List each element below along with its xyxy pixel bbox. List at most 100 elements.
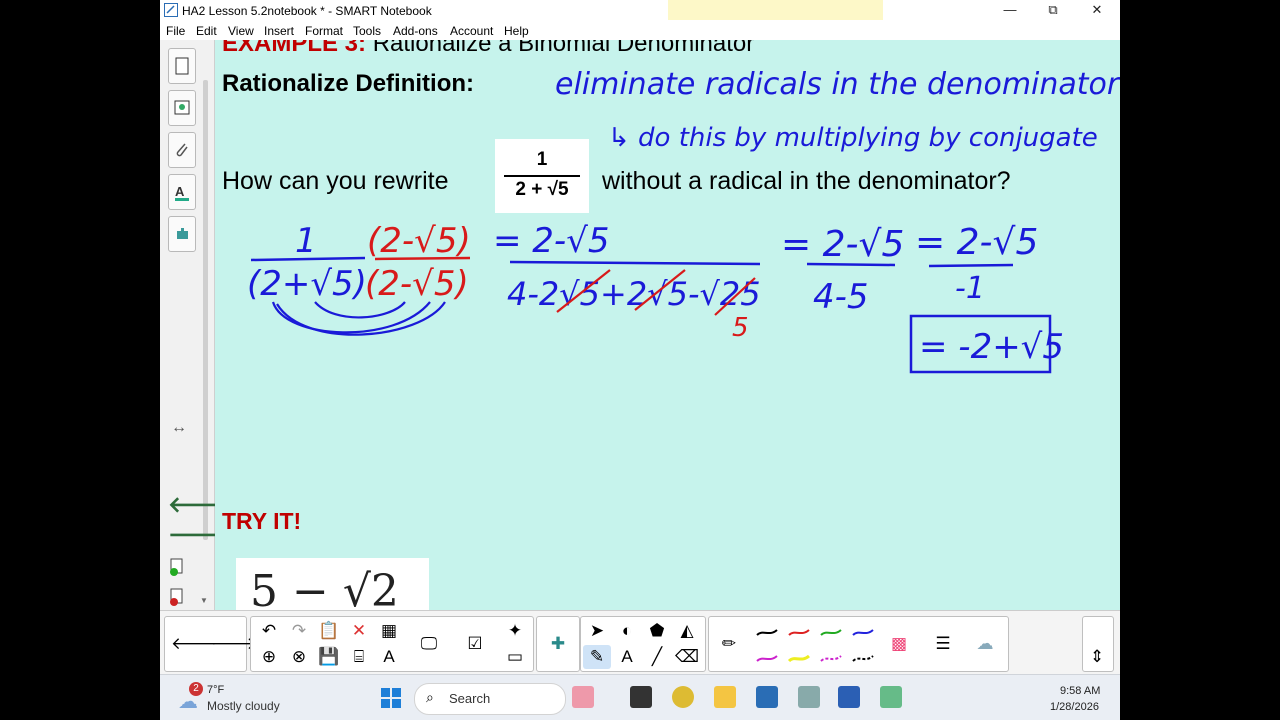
toolbar-move-icon[interactable]: ⇕ bbox=[1083, 645, 1111, 669]
clock-time[interactable]: 9:58 AM bbox=[1060, 685, 1100, 697]
undo-icon[interactable]: ↶ bbox=[255, 619, 283, 643]
ink-foil-arc-3 bbox=[314, 301, 406, 319]
delete-page-icon[interactable] bbox=[170, 588, 186, 606]
menu-help[interactable]: Help bbox=[504, 24, 529, 38]
tab-gallery[interactable] bbox=[168, 90, 196, 126]
menu-file[interactable]: File bbox=[166, 24, 185, 38]
ink-effects-icon[interactable]: ☁ bbox=[971, 632, 999, 656]
add-page-toolbar-icon[interactable]: ⊕ bbox=[255, 645, 283, 669]
notebook-page[interactable]: EXAMPLE 3: Rationalize a Binomial Denomi… bbox=[215, 40, 1120, 610]
ink-fraction-line-3 bbox=[509, 260, 761, 266]
menu-add-ons[interactable]: Add-ons bbox=[393, 24, 438, 38]
search-label: Search bbox=[449, 691, 491, 706]
maximize-button[interactable]: ⧉ bbox=[1038, 2, 1068, 20]
file-explorer-icon[interactable] bbox=[714, 686, 736, 708]
ink-step2-denominator: 4-5 bbox=[813, 277, 869, 317]
shapes-icon[interactable]: ◐ bbox=[613, 619, 641, 643]
fill-icon[interactable]: ◭ bbox=[673, 619, 701, 643]
handwriting-recognition-icon[interactable]: A bbox=[375, 645, 403, 669]
ink-step1-numerator: = 2-√5 bbox=[493, 221, 610, 261]
word-icon[interactable] bbox=[838, 686, 860, 708]
tab-properties[interactable]: A bbox=[168, 174, 196, 210]
minimize-button[interactable]: — bbox=[995, 2, 1025, 20]
polygon-icon[interactable]: ⬟ bbox=[643, 619, 671, 643]
menu-bar: File Edit View Insert Format Tools Add-o… bbox=[160, 22, 1120, 41]
text-icon[interactable]: A bbox=[613, 645, 641, 669]
response-icon[interactable]: ☑ bbox=[461, 632, 489, 656]
lab-activity-icon[interactable]: ✦ bbox=[501, 619, 529, 643]
chrome-icon[interactable] bbox=[672, 686, 694, 708]
color-palette-icon[interactable]: ▩ bbox=[885, 632, 913, 656]
add-page-icon[interactable] bbox=[170, 558, 186, 576]
side-tab-panel: A ▼ ↔ 🡐 🡒 bbox=[160, 40, 227, 610]
pens-icon[interactable]: ✎ bbox=[583, 645, 611, 669]
toolbar-scroll-group: ⇕ bbox=[1082, 616, 1114, 672]
eraser-icon[interactable]: ⌫ bbox=[673, 645, 701, 669]
svg-text:A: A bbox=[175, 184, 185, 199]
tab-page-sorter[interactable] bbox=[168, 48, 196, 84]
redo-icon[interactable]: ↷ bbox=[285, 619, 313, 643]
menu-insert[interactable]: Insert bbox=[264, 24, 294, 38]
scroll-down-arrow-icon[interactable]: ▼ bbox=[200, 596, 208, 605]
pen-yellow-icon[interactable] bbox=[787, 653, 811, 665]
pen-magenta-icon[interactable] bbox=[755, 653, 779, 665]
pen-blue-icon[interactable] bbox=[851, 627, 875, 639]
panel-resize-icon[interactable]: ↔ bbox=[171, 419, 187, 437]
tab-attachments[interactable] bbox=[168, 132, 196, 168]
ink-conjugate-note: ↳ do this by multiplying by conjugate bbox=[608, 123, 1098, 153]
attachments-icon bbox=[176, 143, 188, 157]
clock-date[interactable]: 1/28/2026 bbox=[1050, 701, 1099, 713]
task-view-icon[interactable] bbox=[630, 686, 652, 708]
next-page-button[interactable]: 🡒 bbox=[211, 632, 257, 656]
menu-edit[interactable]: Edit bbox=[196, 24, 217, 38]
previous-page-button[interactable]: 🡐 bbox=[171, 632, 217, 656]
smart-notebook-taskbar-icon[interactable] bbox=[756, 686, 778, 708]
remote-desktop-icon[interactable] bbox=[798, 686, 820, 708]
ink-definition: eliminate radicals in the denominator bbox=[555, 67, 1120, 102]
ink-step2-numerator: = 2-√5 bbox=[781, 224, 904, 265]
line-icon[interactable]: ╱ bbox=[643, 645, 671, 669]
properties-icon: A bbox=[175, 184, 189, 201]
table-icon[interactable]: ▦ bbox=[375, 619, 403, 643]
menu-account[interactable]: Account bbox=[450, 24, 493, 38]
navigation-group: 🡐 🡒 bbox=[164, 616, 257, 672]
add-ons-toolbar-icon[interactable]: ✚ bbox=[544, 632, 572, 656]
search-icon: ⌕ bbox=[426, 689, 434, 705]
handwriting-layer[interactable]: eliminate radicals in the denominator ↳ … bbox=[215, 40, 1120, 610]
weather-description[interactable]: Mostly cloudy bbox=[207, 699, 280, 713]
pen-black-dashed-icon[interactable] bbox=[851, 653, 875, 665]
document-camera-icon[interactable]: ▭ bbox=[501, 645, 529, 669]
delete-page-toolbar-icon[interactable]: ⊗ bbox=[285, 645, 313, 669]
app-icon[interactable] bbox=[880, 686, 902, 708]
paint-brushes-icon[interactable] bbox=[572, 686, 594, 708]
weather-temperature[interactable]: 7°F bbox=[207, 684, 224, 696]
menu-tools[interactable]: Tools bbox=[353, 24, 381, 38]
save-icon[interactable]: 💾 bbox=[315, 645, 343, 669]
ink-step3-denominator: -1 bbox=[955, 271, 985, 306]
ink-conjugate-bottom: (2-√5) bbox=[365, 264, 469, 304]
page-sorter-icon bbox=[175, 57, 189, 75]
tab-add-ons[interactable] bbox=[168, 216, 196, 252]
pen-green-icon[interactable] bbox=[819, 627, 843, 639]
display-screen-icon[interactable]: 🖵 bbox=[415, 632, 443, 656]
side-panel-scrollbar[interactable] bbox=[203, 80, 208, 540]
taskbar-search-box[interactable]: ⌕ Search bbox=[414, 683, 566, 715]
pen-black-icon[interactable] bbox=[755, 627, 779, 639]
delete-icon[interactable]: ✕ bbox=[345, 619, 373, 643]
menu-format[interactable]: Format bbox=[305, 24, 343, 38]
add-ons-group: ✚ bbox=[536, 616, 580, 672]
paste-icon[interactable]: 📋 bbox=[315, 619, 343, 643]
title-bar: HA2 Lesson 5.2notebook * - SMART Noteboo… bbox=[160, 0, 1120, 22]
title-highlight bbox=[668, 0, 883, 20]
menu-view[interactable]: View bbox=[228, 24, 254, 38]
pen-pink-dashed-icon[interactable] bbox=[819, 653, 843, 665]
windows-start-icon[interactable] bbox=[380, 687, 402, 709]
pen-red-icon[interactable] bbox=[787, 627, 811, 639]
screen-shade-icon[interactable]: ⌸ bbox=[345, 645, 373, 669]
ink-step3-numerator: = 2-√5 bbox=[915, 222, 1038, 263]
pen-icon[interactable]: ✏ bbox=[715, 632, 743, 656]
application-window: HA2 Lesson 5.2notebook * - SMART Noteboo… bbox=[160, 0, 1120, 720]
line-properties-icon[interactable]: ☰ bbox=[929, 632, 957, 656]
select-arrow-icon[interactable]: ➤ bbox=[583, 619, 611, 643]
close-button[interactable]: ✕ bbox=[1082, 2, 1112, 20]
